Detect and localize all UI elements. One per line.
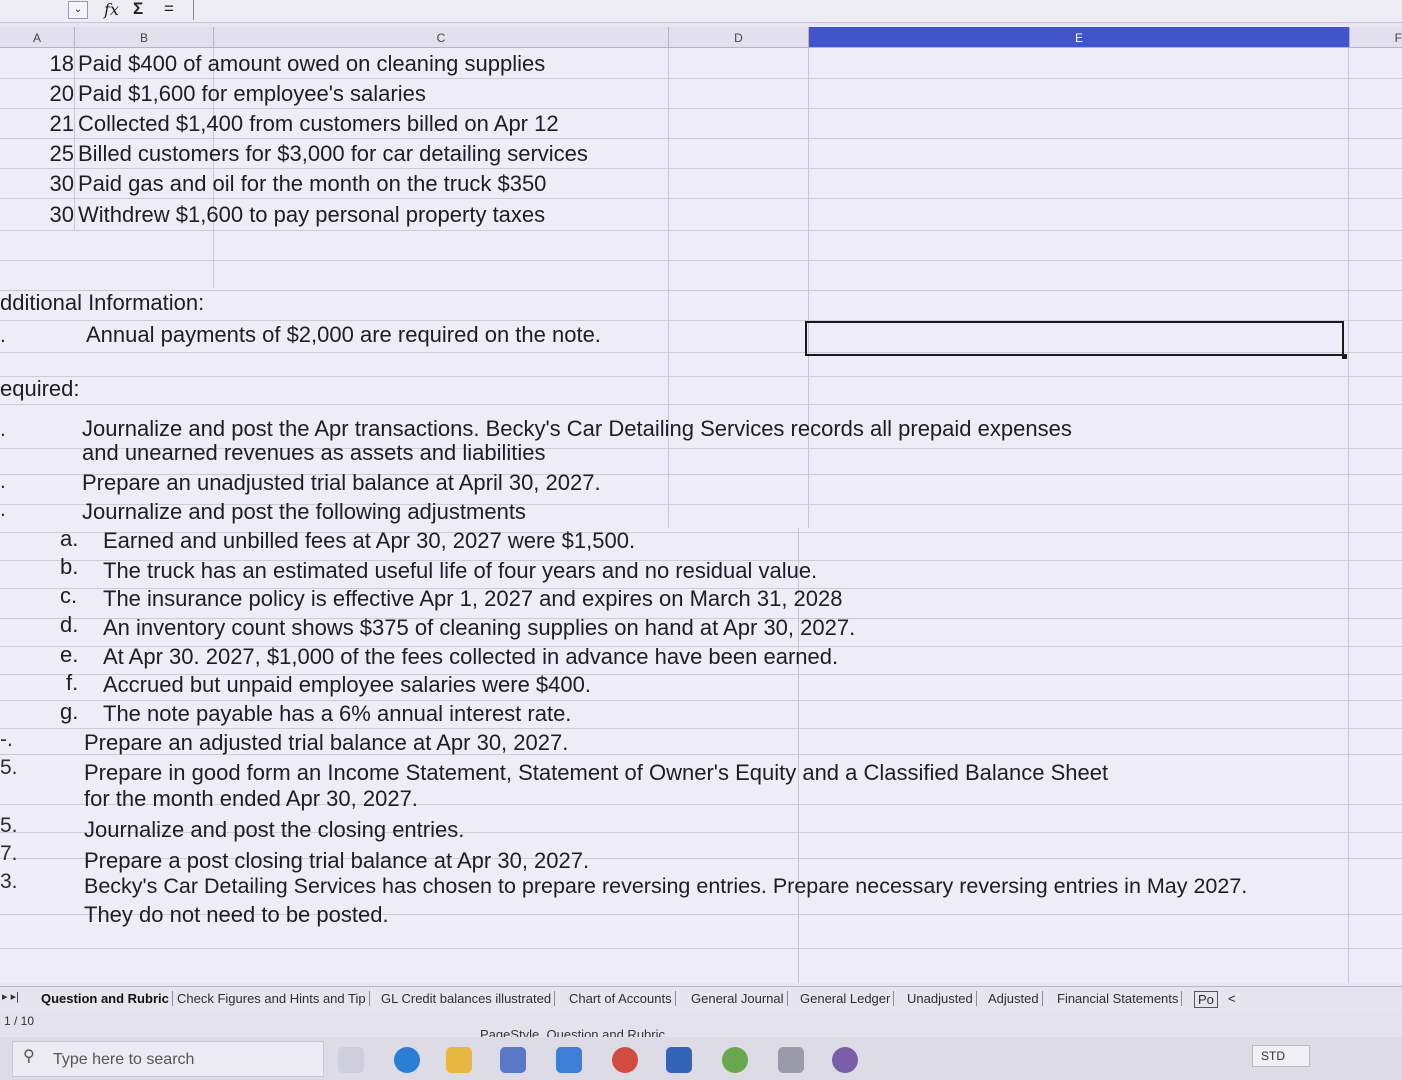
transaction-text: Withdrew $1,600 to pay personal property… (78, 202, 546, 227)
required-item-number: . (0, 418, 6, 441)
required-item-text: Journalize and post the following adjust… (82, 499, 526, 524)
required-item-number: . (0, 470, 6, 493)
adjustment-letter: a. (60, 526, 79, 551)
status-bar: 1 / 10 PageStyle_Question and Rubric (0, 1011, 1402, 1042)
taskbar-search[interactable]: ⚲ Type here to search (12, 1041, 324, 1077)
adjustment-text: An inventory count shows $375 of cleanin… (103, 615, 856, 640)
required-item-number: -. (0, 728, 13, 751)
formula-button[interactable]: = (164, 0, 174, 19)
required-item-text: Prepare an unadjusted trial balance at A… (82, 470, 601, 495)
page-count: 1 / 10 (4, 1014, 35, 1028)
required-item-text: and unearned revenues as assets and liab… (82, 440, 546, 465)
required-item-text: Journalize and post the Apr transactions… (82, 416, 1072, 441)
task-view-icon[interactable] (338, 1047, 364, 1073)
tab-financial-statements[interactable]: Financial Statements (1054, 991, 1183, 1006)
mail-icon[interactable] (556, 1047, 582, 1073)
additional-info-number: . (0, 324, 6, 347)
tab-general-journal[interactable]: General Journal (688, 991, 788, 1006)
taskbar: ⚲ Type here to search STD (0, 1037, 1402, 1080)
transaction-day: 25 (49, 141, 74, 166)
transaction-day: 30 (49, 202, 74, 227)
adjustment-letter: e. (60, 642, 79, 667)
selected-cell[interactable] (805, 321, 1347, 359)
std-selection-mode[interactable]: STD (1252, 1045, 1310, 1067)
column-header-d[interactable]: D (669, 27, 809, 47)
required-item-text: Becky's Car Detailing Services has chose… (84, 874, 1248, 898)
transaction-day: 18 (49, 51, 74, 76)
column-header-c[interactable]: C (214, 27, 669, 47)
app-icon[interactable] (778, 1047, 804, 1073)
tab-check-figures[interactable]: Check Figures and Hints and Tip (174, 991, 370, 1006)
adjustment-text: Earned and unbilled fees at Apr 30, 2027… (103, 528, 636, 553)
adjustment-text: The truck has an estimated useful life o… (103, 558, 818, 583)
tab-po[interactable]: Po (1194, 991, 1218, 1008)
tab-scroll-left-icon[interactable]: < (1228, 991, 1236, 1006)
transaction-text: Paid $400 of amount owed on cleaning sup… (78, 51, 546, 76)
store-icon[interactable] (500, 1047, 526, 1073)
transaction-day: 20 (49, 81, 74, 106)
required-item-text: Prepare a post closing trial balance at … (84, 848, 590, 873)
chrome-icon[interactable] (612, 1047, 638, 1073)
tab-chart-of-accounts[interactable]: Chart of Accounts (566, 991, 676, 1006)
tab-unadjusted[interactable]: Unadjusted (904, 991, 977, 1006)
transaction-text: Paid gas and oil for the month on the tr… (78, 171, 547, 196)
required-item-number: 5. (0, 814, 18, 837)
adjustment-letter: g. (60, 699, 79, 724)
adjustment-letter: c. (60, 583, 78, 608)
sum-button[interactable]: Σ (133, 0, 143, 19)
sheet-tab-bar: ▸ ▸| Question and Rubric Check Figures a… (0, 986, 1402, 1011)
adjustment-text: Accrued but unpaid employee salaries wer… (103, 672, 591, 697)
required-item-number: . (0, 498, 6, 521)
function-wizard-button[interactable]: fx (104, 0, 119, 19)
required-item-text: Prepare an adjusted trial balance at Apr… (84, 730, 569, 755)
required-item-text: Prepare in good form an Income Statement… (84, 760, 1109, 785)
search-icon: ⚲ (23, 1048, 35, 1065)
adjustment-letter: d. (60, 612, 79, 637)
search-placeholder: Type here to search (53, 1051, 195, 1068)
adjustment-letter: b. (60, 554, 79, 579)
tab-nav-icon[interactable]: ▸ ▸| (2, 990, 19, 1003)
column-header-f[interactable]: F (1350, 27, 1402, 47)
column-header-e[interactable]: E (809, 27, 1350, 47)
tab-adjusted[interactable]: Adjusted (985, 991, 1043, 1006)
required-item-text: They do not need to be posted. (84, 902, 389, 927)
transaction-text: Collected $1,400 from customers billed o… (78, 111, 559, 136)
column-header-a[interactable]: A (0, 27, 75, 47)
media-icon[interactable] (832, 1047, 858, 1073)
app-icon[interactable] (666, 1047, 692, 1073)
tab-question-and-rubric[interactable]: Question and Rubric (38, 991, 173, 1006)
additional-info-text: Annual payments of $2,000 are required o… (86, 322, 601, 347)
transaction-day: 21 (49, 111, 74, 136)
app-icon[interactable] (722, 1047, 748, 1073)
file-explorer-icon[interactable] (446, 1047, 472, 1073)
transaction-text: Billed customers for $3,000 for car deta… (78, 141, 588, 166)
transaction-text: Paid $1,600 for employee's salaries (78, 81, 426, 106)
required-item-number: 3. (0, 870, 18, 893)
required-item-number: 5. (0, 756, 18, 779)
column-header-row: A B C D E F (0, 27, 1402, 48)
tab-general-ledger[interactable]: General Ledger (797, 991, 895, 1006)
required-item-text: for the month ended Apr 30, 2027. (84, 786, 418, 811)
spreadsheet-grid[interactable]: 18 Paid $400 of amount owed on cleaning … (0, 48, 1402, 983)
formula-bar: ⌄ fx Σ = (0, 0, 1402, 23)
tab-gl-credit-balances[interactable]: GL Credit balances illustrated (378, 991, 556, 1006)
name-box-dropdown-icon[interactable]: ⌄ (68, 1, 88, 19)
adjustment-text: At Apr 30. 2027, $1,000 of the fees coll… (103, 644, 839, 669)
required-heading: equired: (0, 376, 80, 401)
formula-input[interactable] (193, 0, 1402, 20)
edge-icon[interactable] (394, 1047, 420, 1073)
adjustment-text: The note payable has a 6% annual interes… (103, 701, 572, 726)
adjustment-text: The insurance policy is effective Apr 1,… (103, 586, 843, 611)
required-item-text: Journalize and post the closing entries. (84, 817, 465, 842)
transaction-day: 30 (49, 171, 74, 196)
additional-info-heading: dditional Information: (0, 290, 205, 315)
adjustment-letter: f. (66, 670, 79, 695)
column-header-b[interactable]: B (75, 27, 214, 47)
required-item-number: 7. (0, 842, 18, 865)
